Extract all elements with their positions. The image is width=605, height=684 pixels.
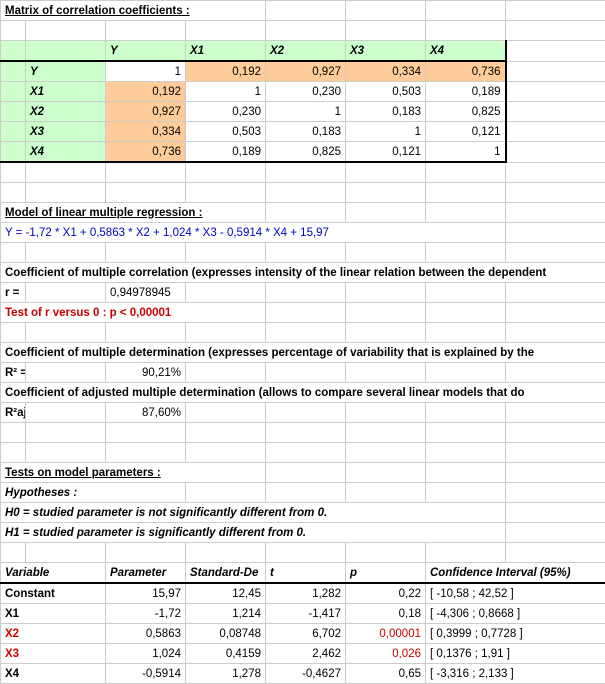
hypotheses-label: Hypotheses : bbox=[1, 483, 186, 503]
param-sd: 1,278 bbox=[186, 664, 266, 684]
matrix-cell: 0,192 bbox=[106, 82, 186, 102]
param-t: 2,462 bbox=[266, 644, 346, 664]
param-p: 0,00001 bbox=[346, 624, 426, 644]
param-value: -0,5914 bbox=[106, 664, 186, 684]
matrix-row-label: X1 bbox=[26, 82, 106, 102]
params-header: p bbox=[346, 563, 426, 584]
r-label: r = bbox=[1, 283, 26, 303]
matrix-cell: 1 bbox=[186, 82, 266, 102]
param-ci: [ -10,58 ; 42,52 ] bbox=[426, 583, 605, 604]
matrix-row-label: X4 bbox=[26, 142, 106, 163]
matrix-cell: 0,189 bbox=[426, 82, 506, 102]
determ-title: Coefficient of multiple determination (e… bbox=[1, 343, 605, 363]
matrix-cell: 0,183 bbox=[346, 102, 426, 122]
param-ci: [ -3,316 ; 2,133 ] bbox=[426, 664, 605, 684]
matrix-cell: 0,927 bbox=[106, 102, 186, 122]
param-value: 15,97 bbox=[106, 583, 186, 604]
params-header: Parameter bbox=[106, 563, 186, 584]
param-variable: X2 bbox=[1, 624, 106, 644]
test-r: Test of r versus 0 : p < 0,00001 bbox=[1, 303, 266, 323]
matrix-header: X4 bbox=[426, 41, 506, 62]
param-ci: [ 0,3999 ; 0,7728 ] bbox=[426, 624, 605, 644]
params-header: Confidence Interval (95%) bbox=[426, 563, 605, 584]
param-variable: X3 bbox=[1, 644, 106, 664]
param-variable: Constant bbox=[1, 583, 106, 604]
matrix-cell: 1 bbox=[426, 142, 506, 163]
matrix-cell: 0,230 bbox=[266, 82, 346, 102]
param-p: 0,65 bbox=[346, 664, 426, 684]
matrix-cell: 1 bbox=[106, 61, 186, 82]
matrix-cell: 1 bbox=[346, 122, 426, 142]
adj-determ-title: Coefficient of adjusted multiple determi… bbox=[1, 383, 605, 403]
r2aj-label: R²aj = bbox=[1, 403, 26, 423]
r-value: 0,94978945 bbox=[106, 283, 186, 303]
param-sd: 12,45 bbox=[186, 583, 266, 604]
param-value: 1,024 bbox=[106, 644, 186, 664]
spreadsheet-table: Matrix of correlation coefficients :YX1X… bbox=[0, 0, 605, 684]
param-t: 1,282 bbox=[266, 583, 346, 604]
matrix-cell: 0,503 bbox=[346, 82, 426, 102]
matrix-cell: 0,736 bbox=[106, 142, 186, 163]
param-variable: X4 bbox=[1, 664, 106, 684]
param-p: 0,026 bbox=[346, 644, 426, 664]
param-sd: 0,08748 bbox=[186, 624, 266, 644]
tests-title: Tests on model parameters : bbox=[1, 463, 266, 483]
matrix-row-label: X3 bbox=[26, 122, 106, 142]
matrix-cell: 1 bbox=[266, 102, 346, 122]
matrix-cell: 0,121 bbox=[346, 142, 426, 163]
h0: H0 = studied parameter is not significan… bbox=[1, 503, 506, 523]
regression-equation: Y = -1,72 * X1 + 0,5863 * X2 + 1,024 * X… bbox=[1, 223, 506, 243]
matrix-cell: 0,230 bbox=[186, 102, 266, 122]
matrix-cell: 0,183 bbox=[266, 122, 346, 142]
matrix-cell: 0,189 bbox=[186, 142, 266, 163]
matrix-cell: 0,927 bbox=[266, 61, 346, 82]
matrix-row-label: Y bbox=[26, 61, 106, 82]
matrix-cell: 0,825 bbox=[266, 142, 346, 163]
matrix-cell: 0,334 bbox=[346, 61, 426, 82]
param-ci: [ 0,1376 ; 1,91 ] bbox=[426, 644, 605, 664]
param-variable: X1 bbox=[1, 604, 106, 624]
matrix-cell: 0,192 bbox=[186, 61, 266, 82]
regression-title: Model of linear multiple regression : bbox=[1, 203, 266, 223]
r2-label: R² = bbox=[1, 363, 26, 383]
params-header: t bbox=[266, 563, 346, 584]
matrix-cell: 0,503 bbox=[186, 122, 266, 142]
param-t: -1,417 bbox=[266, 604, 346, 624]
r2aj-value: 87,60% bbox=[106, 403, 186, 423]
param-sd: 1,214 bbox=[186, 604, 266, 624]
param-t: 6,702 bbox=[266, 624, 346, 644]
param-p: 0,18 bbox=[346, 604, 426, 624]
param-p: 0,22 bbox=[346, 583, 426, 604]
h1: H1 = studied parameter is significantly … bbox=[1, 523, 506, 543]
corr-coef-title: Coefficient of multiple correlation (exp… bbox=[1, 263, 605, 283]
param-t: -0,4627 bbox=[266, 664, 346, 684]
params-header: Standard-De bbox=[186, 563, 266, 584]
matrix-header: X2 bbox=[266, 41, 346, 62]
matrix-row-label: X2 bbox=[26, 102, 106, 122]
matrix-cell: 0,334 bbox=[106, 122, 186, 142]
matrix-cell: 0,736 bbox=[426, 61, 506, 82]
matrix-cell: 0,121 bbox=[426, 122, 506, 142]
param-value: 0,5863 bbox=[106, 624, 186, 644]
matrix-header: X1 bbox=[186, 41, 266, 62]
matrix-cell: 0,825 bbox=[426, 102, 506, 122]
matrix-title: Matrix of correlation coefficients : bbox=[1, 1, 266, 21]
params-header: Variable bbox=[1, 563, 106, 584]
param-ci: [ -4,306 ; 0,8668 ] bbox=[426, 604, 605, 624]
matrix-header: X3 bbox=[346, 41, 426, 62]
matrix-header: Y bbox=[106, 41, 186, 62]
param-value: -1,72 bbox=[106, 604, 186, 624]
r2-value: 90,21% bbox=[106, 363, 186, 383]
param-sd: 0,4159 bbox=[186, 644, 266, 664]
